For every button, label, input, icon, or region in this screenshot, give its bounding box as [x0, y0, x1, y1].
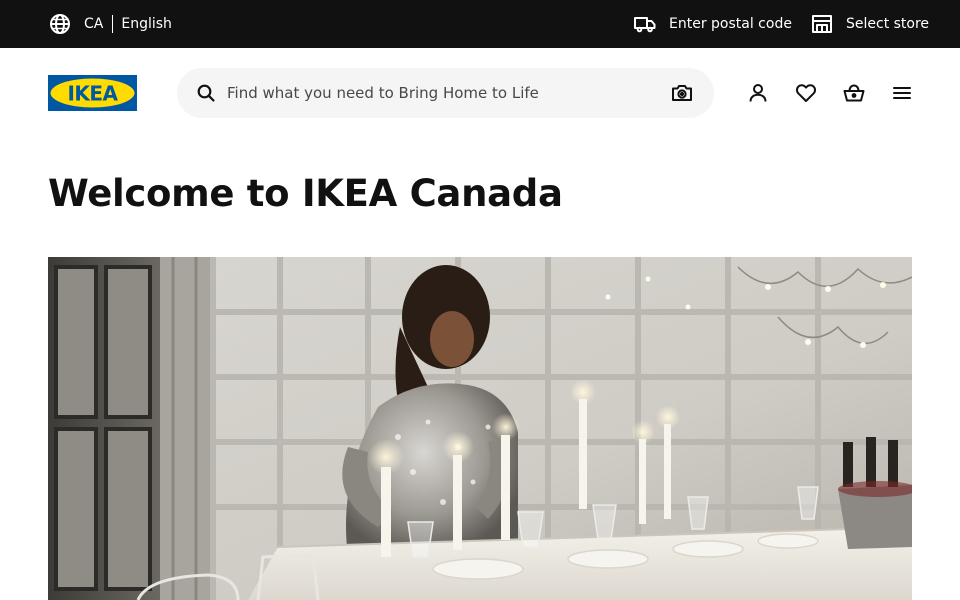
profile-icon[interactable] [746, 81, 770, 105]
menu-icon[interactable] [890, 81, 914, 105]
locale-selector[interactable]: CA English [48, 12, 172, 36]
search-bar[interactable] [177, 68, 714, 118]
postal-code-button[interactable]: Enter postal code [621, 12, 792, 36]
select-store-button[interactable]: Select store [798, 12, 929, 36]
page-title: Welcome to IKEA Canada [48, 172, 563, 215]
heart-icon[interactable] [794, 81, 818, 105]
language-label[interactable]: English [121, 12, 172, 36]
shopping-bag-icon[interactable] [842, 81, 866, 105]
top-utility-bar: CA English Enter postal code Select stor… [0, 0, 960, 48]
locale-divider [112, 15, 114, 33]
hero-image[interactable] [48, 257, 912, 600]
delivery-truck-icon [633, 12, 657, 36]
globe-icon [48, 12, 72, 36]
search-input[interactable] [227, 68, 657, 118]
camera-icon[interactable] [670, 81, 694, 105]
search-icon[interactable] [194, 81, 218, 105]
country-code[interactable]: CA [84, 12, 103, 36]
select-store-label: Select store [846, 16, 930, 32]
logo-wordmark: IKEA [67, 82, 118, 106]
store-icon [810, 12, 834, 36]
ikea-logo[interactable]: IKEA [48, 75, 137, 111]
postal-code-label: Enter postal code [669, 16, 792, 32]
